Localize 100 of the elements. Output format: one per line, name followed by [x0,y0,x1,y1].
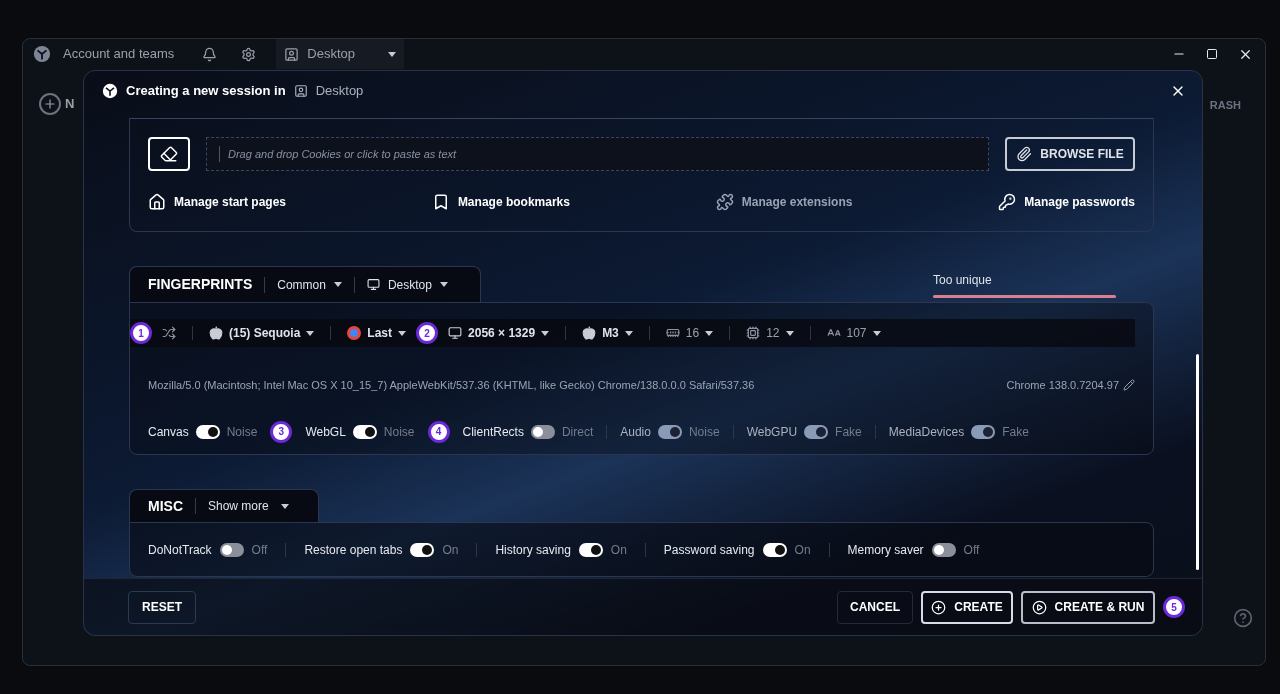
eraser-icon [160,145,178,163]
fingerprint-dropdown[interactable]: (15) Sequoia [209,324,315,342]
puzzle-icon [715,193,734,211]
clear-button[interactable] [148,137,190,171]
reset-button[interactable]: RESET [128,590,196,624]
browser-version: Chrome 138.0.7204.97 [1006,378,1119,393]
toggle-label: ClientRects [462,423,524,441]
caret-icon [388,51,397,57]
fingerprint-dropdown[interactable]: 107 [826,324,881,342]
device-dropdown[interactable]: Desktop [366,275,448,294]
plus-circle-icon [931,599,947,615]
toggle-label: Memory saver [847,541,924,559]
user-agent-text: Mozilla/5.0 (Macintosh; Intel Mac OS X 10_15_7) AppleWebKit/537.36 (KHTML, like Gecko) Chrome/138.0.0.0 Safari/537.36 [148,378,755,393]
trash-label[interactable]: RASH [1209,97,1241,114]
home-icon [148,193,166,211]
caret-icon [439,282,448,287]
new-button-label[interactable]: N [65,94,75,114]
toggle-label: DoNotTrack [148,541,212,559]
toggle-value: Fake [1002,423,1029,441]
maximize-icon[interactable] [1206,48,1218,60]
caret-icon [306,330,315,336]
chrome-icon [347,326,362,340]
workspace-label: Desktop [315,82,364,101]
fingerprint-dropdown[interactable]: 12 [746,324,794,342]
shuffle-icon[interactable] [162,326,176,340]
fingerprint-dropdown[interactable]: M3 [582,324,633,342]
logo-icon [102,83,118,99]
manage-link[interactable]: Manage start pages [148,193,287,211]
toggle-label: History saving [495,541,571,559]
toggle-value: Noise [383,423,415,441]
play-circle-icon [1031,599,1047,615]
fingerprint-dropdown[interactable]: Last [347,324,407,342]
caret-icon [872,330,881,336]
manage-link[interactable]: Manage bookmarks [431,193,570,211]
memory-icon [665,326,680,340]
toggle-label: WebGPU [746,423,798,441]
toggle-value: Noise [226,423,258,441]
workspace-icon [284,46,300,62]
create-and-run-button[interactable]: CREATE & RUN [1021,590,1155,624]
caret-icon [624,330,633,336]
fingerprint-dropdown[interactable]: 2056 × 1329 [448,324,550,342]
logo-icon [33,45,51,63]
toggle-value: On [794,541,811,559]
preset-dropdown[interactable]: Common [277,275,342,294]
toggle-value: Off [963,541,980,559]
paperclip-icon [1016,146,1033,162]
uniqueness-label: Too unique [933,272,993,289]
toggle-switch[interactable] [530,424,555,439]
help-icon[interactable] [1233,608,1253,628]
cookies-drop-field[interactable]: Drag and drop Cookies or click to paste as text [206,137,989,171]
edit-icon[interactable] [1123,379,1135,392]
toggle-value: Fake [835,423,862,441]
browse-file-button[interactable]: BROWSE FILE [1005,137,1135,171]
toggle-switch[interactable] [931,542,956,557]
toggle-label: MediaDevices [888,423,965,441]
annotation-badge: 4 [427,420,450,443]
annotation-badge: 1 [130,322,152,344]
toggle-value: On [442,541,459,559]
toggle-value: On [610,541,627,559]
toggle-value: Noise [688,423,720,441]
toggle-switch[interactable] [195,424,220,439]
cookies-input[interactable]: Drag and drop Cookies or click to paste as text [228,145,976,163]
new-button-icon[interactable] [39,93,61,115]
toggle-switch[interactable] [578,542,603,557]
toggle-switch[interactable] [410,542,435,557]
toggle-label: WebGL [305,423,346,441]
create-button[interactable]: CREATE [921,590,1013,624]
caret-icon [785,330,794,336]
annotation-badge: 3 [270,420,293,443]
toggle-switch[interactable] [762,542,787,557]
section-title: FINGERPRINTS [148,275,253,294]
caret-icon [398,330,407,336]
section-title: MISC [148,496,183,516]
bell-icon[interactable] [202,46,218,62]
workspace-dropdown[interactable]: Desktop [276,39,405,69]
account-link[interactable]: Account and teams [63,44,175,64]
caret-icon [280,503,289,509]
apple-icon [582,326,597,340]
cancel-button[interactable]: CANCEL [837,590,913,624]
fingerprint-dropdown[interactable]: 16 [665,324,714,342]
settings-icon[interactable] [241,46,257,62]
dialog-title: Creating a new session in [126,82,286,101]
workspace-icon [293,84,308,98]
toggle-switch[interactable] [352,424,377,439]
show-more-dropdown[interactable]: Show more [208,497,289,515]
caret-icon [541,330,550,336]
caret-icon [333,282,342,287]
toggle-value: Direct [561,423,594,441]
toggle-label: Restore open tabs [304,541,403,559]
toggle-switch[interactable] [219,542,244,557]
toggle-label: Canvas [148,423,189,441]
monitor-icon [366,278,380,291]
annotation-badge: 2 [416,322,439,344]
toggle-value: Off [251,541,268,559]
monitor-icon [448,326,463,340]
toggle-label: Password saving [663,541,755,559]
key-icon [998,193,1017,211]
manage-link[interactable]: Manage passwords [998,193,1135,211]
toggle-label: Audio [620,423,651,441]
cpu-icon [746,326,761,340]
